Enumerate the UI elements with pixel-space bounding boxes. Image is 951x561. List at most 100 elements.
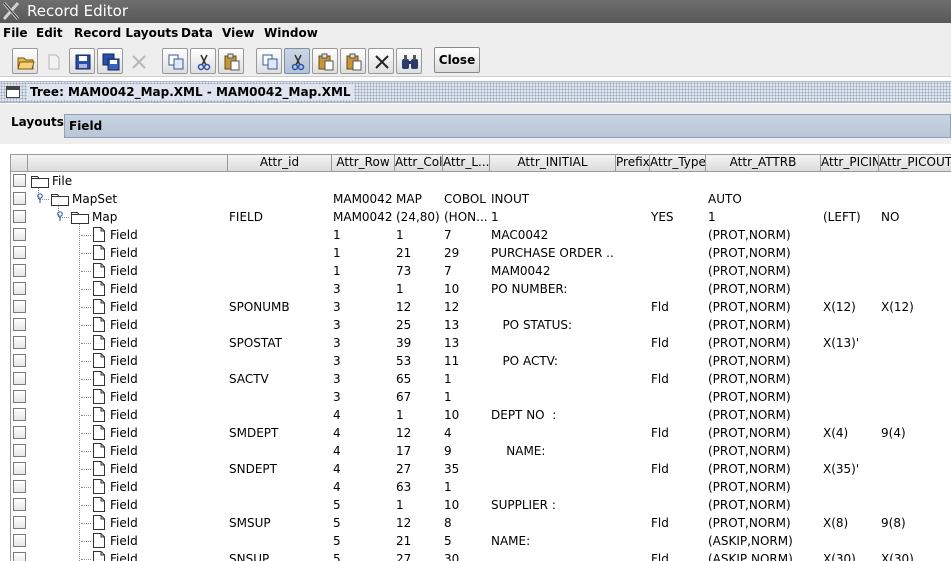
cell-col[interactable]: 17 — [396, 444, 443, 458]
cell-attrb[interactable]: AUTO — [708, 192, 820, 206]
row-select-checkbox[interactable] — [13, 210, 26, 223]
tree-node-label[interactable]: Field — [110, 390, 138, 404]
row-select-checkbox[interactable] — [13, 552, 26, 561]
table-row[interactable]: Field 3 1 10 PO NUMBER: (PROT,NORM) — [11, 280, 951, 298]
cell-picin[interactable]: X(35)' — [823, 462, 879, 476]
row-select-checkbox[interactable] — [13, 174, 26, 187]
cell-row[interactable]: 3 — [333, 372, 395, 386]
cell-len[interactable]: 10 — [444, 408, 490, 422]
cell-id[interactable]: SACTV — [229, 372, 329, 386]
cell-col[interactable]: 21 — [396, 534, 443, 548]
cell-picout[interactable]: NO — [881, 210, 951, 224]
cell-attrb[interactable]: (ASKIP,NORM) — [708, 552, 820, 561]
cell-len[interactable]: 1 — [444, 390, 490, 404]
cell-picin[interactable]: X(12) — [823, 300, 879, 314]
cell-initial[interactable]: NAME: — [491, 444, 615, 458]
tree-node-label[interactable]: Field — [110, 534, 138, 548]
cell-len[interactable]: 13 — [444, 336, 490, 350]
row-select-checkbox[interactable] — [13, 300, 26, 313]
cell-attrb[interactable]: (PROT,NORM) — [708, 264, 820, 278]
cell-len[interactable]: 1 — [444, 372, 490, 386]
cell-col[interactable]: 27 — [396, 552, 443, 561]
cell-atype[interactable]: Fld — [651, 462, 705, 476]
cell-row[interactable]: 4 — [333, 408, 395, 422]
cell-col[interactable]: 12 — [396, 300, 443, 314]
cut-button[interactable] — [190, 48, 216, 74]
tree-node-label[interactable]: Field — [110, 552, 138, 561]
col-header-attr-picout[interactable]: Attr_PICOUT — [879, 155, 951, 171]
delete-button[interactable] — [125, 48, 151, 74]
row-select-checkbox[interactable] — [13, 498, 26, 511]
cell-atype[interactable]: YES — [651, 210, 705, 224]
cell-col[interactable]: 1 — [396, 228, 443, 242]
table-row[interactable]: Field 4 17 9 NAME: (PROT,NORM) — [11, 442, 951, 460]
cell-initial[interactable]: PO STATUS: — [491, 318, 615, 332]
menu-record-layouts[interactable]: Record Layouts — [74, 26, 178, 40]
row-select-checkbox[interactable] — [13, 462, 26, 475]
cell-row[interactable]: 3 — [333, 318, 395, 332]
cell-len[interactable]: 4 — [444, 426, 490, 440]
cell-len[interactable]: (HON... — [444, 210, 490, 224]
col-header-attr-col[interactable]: Attr_Col — [395, 155, 443, 171]
cell-attrb[interactable]: (PROT,NORM) — [708, 282, 820, 296]
tree-node-label[interactable]: Field — [110, 372, 138, 386]
cell-atype[interactable]: Fld — [651, 336, 705, 350]
row-select-checkbox[interactable] — [13, 354, 26, 367]
cell-attrb[interactable]: (PROT,NORM) — [708, 228, 820, 242]
tree-node-label[interactable]: Field — [110, 444, 138, 458]
cell-len[interactable]: 7 — [444, 228, 490, 242]
copy-record-button[interactable] — [256, 48, 282, 74]
cell-id[interactable]: FIELD — [229, 210, 329, 224]
table-row[interactable]: Field SNDEPT 4 27 35 Fld (PROT,NORM) X(35)' — [11, 460, 951, 478]
cell-col[interactable]: 21 — [396, 246, 443, 260]
cell-attrb[interactable]: (PROT,NORM) — [708, 318, 820, 332]
cell-col[interactable]: 1 — [396, 408, 443, 422]
table-row[interactable]: Map FIELD MAM0042 (24,80) (HON... 1 YES 1 (LEFT)… — [11, 208, 951, 226]
cell-attrb[interactable]: (PROT,NORM) — [708, 516, 820, 530]
cell-atype[interactable]: Fld — [651, 552, 705, 561]
cell-col[interactable]: MAP — [396, 192, 443, 206]
table-row[interactable]: Field 3 53 11 PO ACTV: (PROT,NORM) — [11, 352, 951, 370]
cell-attrb[interactable]: (PROT,NORM) — [708, 336, 820, 350]
save-button[interactable] — [69, 48, 95, 74]
cell-picout[interactable]: 9(4) — [881, 426, 951, 440]
cell-col[interactable]: 27 — [396, 462, 443, 476]
tree-node-label[interactable]: Map — [92, 210, 117, 224]
cell-row[interactable]: 3 — [333, 300, 395, 314]
tree-node-label[interactable]: Field — [110, 426, 138, 440]
col-header-prefix[interactable]: Prefix — [616, 155, 650, 171]
row-select-checkbox[interactable] — [13, 516, 26, 529]
cell-len[interactable]: 13 — [444, 318, 490, 332]
cell-picin[interactable]: X(30) — [823, 552, 879, 561]
paste-insert-button[interactable] — [340, 48, 366, 74]
cell-row[interactable]: 3 — [333, 282, 395, 296]
cell-len[interactable]: 29 — [444, 246, 490, 260]
cell-col[interactable]: (24,80) — [396, 210, 443, 224]
table-row[interactable]: Field SACTV 3 65 1 Fld (PROT,NORM) — [11, 370, 951, 388]
paste-prior-button[interactable] — [312, 48, 338, 74]
row-select-checkbox[interactable] — [13, 336, 26, 349]
row-select-checkbox[interactable] — [13, 534, 26, 547]
table-row[interactable]: Field 5 21 5 NAME: (ASKIP,NORM) — [11, 532, 951, 550]
cell-len[interactable]: 10 — [444, 498, 490, 512]
cell-len[interactable]: 11 — [444, 354, 490, 368]
cell-id[interactable]: SPONUMB — [229, 300, 329, 314]
cell-row[interactable]: 3 — [333, 336, 395, 350]
cell-len[interactable]: COBOL — [444, 192, 490, 206]
cell-attrb[interactable]: (PROT,NORM) — [708, 480, 820, 494]
cell-initial[interactable]: PO ACTV: — [491, 354, 615, 368]
cell-attrb[interactable]: 1 — [708, 210, 820, 224]
cell-initial[interactable]: 1 — [491, 210, 615, 224]
cell-col[interactable]: 1 — [396, 498, 443, 512]
cell-len[interactable]: 35 — [444, 462, 490, 476]
col-header-attr-row[interactable]: Attr_Row — [332, 155, 395, 171]
cell-row[interactable]: 3 — [333, 390, 395, 404]
table-row[interactable]: Field SPONUMB 3 12 12 Fld (PROT,NORM) X(12) X(12… — [11, 298, 951, 316]
tree-node-label[interactable]: Field — [110, 228, 138, 242]
table-row[interactable]: Field 4 63 1 (PROT,NORM) — [11, 478, 951, 496]
cell-col[interactable]: 12 — [396, 516, 443, 530]
table-row[interactable]: Field SNSUP 5 27 30 Fld (ASKIP,NORM) X(30) X(30) — [11, 550, 951, 561]
cell-col[interactable]: 63 — [396, 480, 443, 494]
cell-initial[interactable]: INOUT — [491, 192, 615, 206]
cell-initial[interactable]: DEPT NO : — [491, 408, 615, 422]
